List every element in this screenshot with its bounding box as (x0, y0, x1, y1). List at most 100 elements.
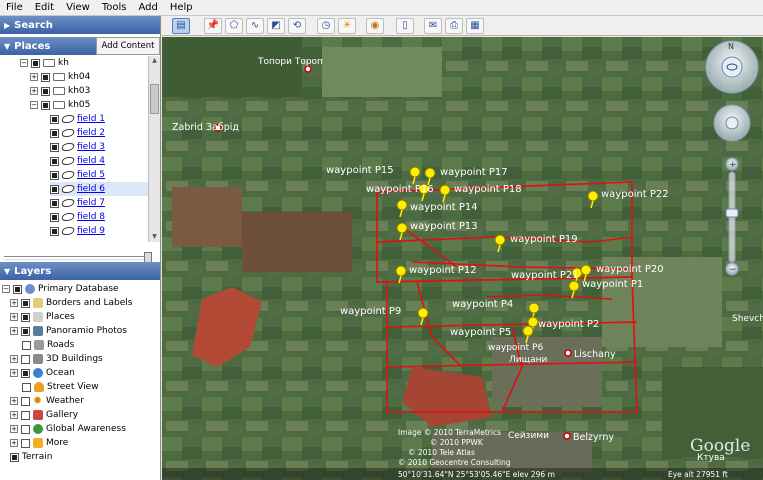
collapse-icon[interactable]: − (30, 101, 38, 109)
checkbox[interactable] (13, 284, 22, 294)
places-panel-header[interactable]: ▼ Places (0, 37, 96, 55)
tree-item-link[interactable]: field 3 (77, 142, 105, 152)
checkbox[interactable] (50, 142, 59, 152)
layer-more[interactable]: + More (10, 436, 68, 450)
add-content-button[interactable]: Add Content (96, 37, 160, 55)
layer-3d-buildings[interactable]: + 3D Buildings (10, 352, 103, 366)
tree-item-kh03[interactable]: + kh03 (30, 84, 90, 98)
layers-panel-header[interactable]: ▼ Layers (0, 262, 160, 280)
tree-item-link[interactable]: field 6 (77, 184, 105, 194)
add-overlay-button[interactable]: ◩ (267, 18, 285, 34)
checkbox[interactable] (21, 354, 30, 364)
tree-item-link[interactable]: field 4 (77, 156, 105, 166)
menu-add[interactable]: Add (138, 2, 157, 13)
layer-global-awareness[interactable]: + Global Awareness (10, 422, 126, 436)
layer-roads[interactable]: Roads (22, 338, 74, 352)
expand-icon[interactable]: + (10, 369, 18, 377)
collapse-icon[interactable]: − (2, 285, 10, 293)
checkbox[interactable] (21, 424, 30, 434)
checkbox[interactable] (41, 100, 50, 110)
tree-item-kh05[interactable]: − kh05 (30, 98, 90, 112)
tree-item-field-4[interactable]: field 4 (50, 154, 105, 168)
scroll-down-icon[interactable]: ▼ (149, 232, 160, 242)
expand-icon[interactable]: + (30, 73, 38, 81)
sidebar-toggle-button[interactable]: ▤ (172, 18, 190, 34)
layer-places[interactable]: + Places (10, 310, 75, 324)
expand-icon[interactable]: + (10, 355, 18, 363)
tree-item-field-8[interactable]: field 8 (50, 210, 105, 224)
tree-item-field-2[interactable]: field 2 (50, 126, 105, 140)
record-tour-button[interactable]: ⟲ (288, 18, 306, 34)
checkbox[interactable] (50, 114, 59, 124)
layer-street-view[interactable]: Street View (22, 380, 99, 394)
checkbox[interactable] (50, 128, 59, 138)
checkbox[interactable] (50, 170, 59, 180)
add-path-button[interactable]: ∿ (246, 18, 264, 34)
tree-item-link[interactable]: field 9 (77, 226, 105, 236)
tree-item-field-3[interactable]: field 3 (50, 140, 105, 154)
menu-file[interactable]: File (6, 2, 23, 13)
tree-item-link[interactable]: field 2 (77, 128, 105, 138)
menu-help[interactable]: Help (170, 2, 193, 13)
view-in-maps-button[interactable]: ▦ (466, 18, 484, 34)
print-button[interactable]: ⎙ (445, 18, 463, 34)
scroll-up-icon[interactable]: ▲ (149, 56, 160, 66)
checkbox[interactable] (21, 438, 30, 448)
places-scrollbar[interactable]: ▲ ▼ (148, 56, 160, 242)
layer-weather[interactable]: + ✹ Weather (10, 394, 84, 408)
look-joystick[interactable]: N (705, 40, 759, 94)
add-placemark-button[interactable]: 📌 (204, 18, 222, 34)
checkbox[interactable] (31, 58, 40, 68)
menu-tools[interactable]: Tools (102, 2, 127, 13)
checkbox[interactable] (50, 156, 59, 166)
checkbox[interactable] (21, 410, 30, 420)
expand-icon[interactable]: + (30, 87, 38, 95)
collapse-icon[interactable]: − (20, 59, 28, 67)
layer-terrain[interactable]: Terrain (10, 450, 52, 464)
checkbox[interactable] (21, 368, 30, 378)
menu-view[interactable]: View (66, 2, 90, 13)
expand-icon[interactable]: + (10, 397, 18, 405)
hand-icon[interactable] (725, 116, 739, 130)
eye-icon[interactable] (721, 56, 743, 78)
layer-borders-and-labels[interactable]: + Borders and Labels (10, 296, 132, 310)
expand-icon[interactable]: + (10, 439, 18, 447)
sunlight-button[interactable]: ☀ (338, 18, 356, 34)
checkbox[interactable] (10, 452, 19, 462)
email-button[interactable]: ✉ (424, 18, 442, 34)
expand-icon[interactable]: + (10, 411, 18, 419)
tree-item-field-5[interactable]: field 5 (50, 168, 105, 182)
checkbox[interactable] (50, 198, 59, 208)
add-polygon-button[interactable]: ⬠ (225, 18, 243, 34)
switch-to-sky-button[interactable]: ◉ (366, 18, 384, 34)
opacity-slider[interactable] (4, 252, 152, 264)
menu-edit[interactable]: Edit (35, 2, 54, 13)
north-icon[interactable]: N (728, 42, 734, 51)
checkbox[interactable] (21, 298, 30, 308)
tree-item-kh04[interactable]: + kh04 (30, 70, 90, 84)
layer-ocean[interactable]: + Ocean (10, 366, 75, 380)
map-view[interactable]: Топори Тороп Zabrid Забрід Lischany Лища… (162, 37, 763, 480)
expand-icon[interactable]: + (10, 425, 18, 433)
tree-item-link[interactable]: field 1 (77, 114, 105, 124)
scroll-thumb[interactable] (150, 84, 159, 114)
tree-item-link[interactable]: field 5 (77, 170, 105, 180)
waypoint-p6[interactable]: waypoint P6 (488, 343, 543, 353)
checkbox[interactable] (22, 382, 31, 392)
tree-item-kh[interactable]: − kh (20, 56, 69, 70)
tree-item-field-6[interactable]: field 6 (50, 182, 148, 196)
tree-item-field-7[interactable]: field 7 (50, 196, 105, 210)
tree-item-field-9[interactable]: field 9 (50, 224, 105, 238)
checkbox[interactable] (50, 226, 59, 236)
expand-icon[interactable]: + (10, 327, 18, 335)
checkbox[interactable] (21, 396, 30, 406)
move-joystick[interactable] (713, 104, 751, 142)
tree-item-field-1[interactable]: field 1 (50, 112, 105, 126)
layer-primary-database[interactable]: − Primary Database (2, 282, 119, 296)
checkbox[interactable] (50, 212, 59, 222)
ruler-button[interactable]: ▯ (396, 18, 414, 34)
checkbox[interactable] (21, 312, 30, 322)
historical-imagery-button[interactable]: ◷ (317, 18, 335, 34)
zoom-slider-thumb[interactable] (725, 208, 739, 218)
search-panel-header[interactable]: ▶ Search (0, 16, 160, 34)
